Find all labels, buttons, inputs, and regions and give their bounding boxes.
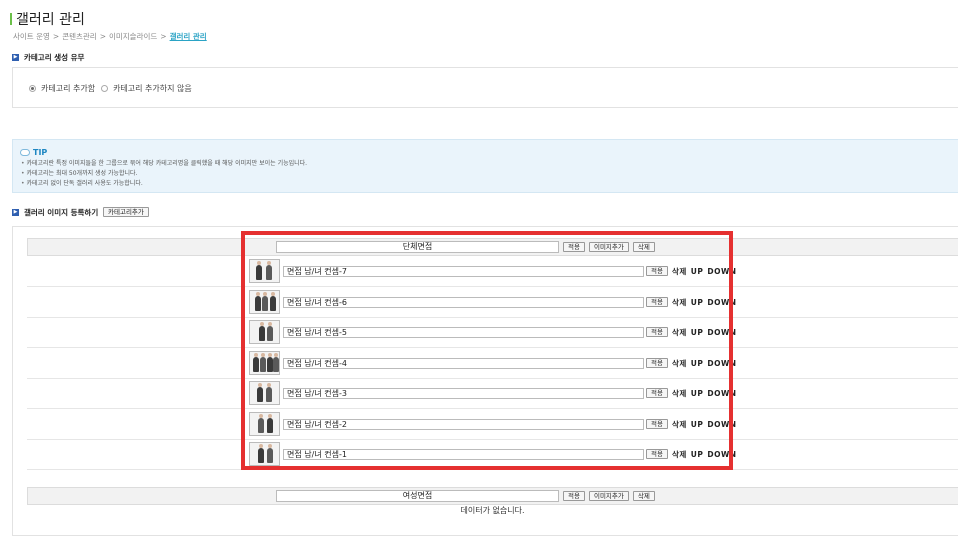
radio-add-category-label[interactable]: 카테고리 추가함 xyxy=(41,83,95,94)
breadcrumb: 사이트 운영 > 콘텐츠관리 > 이미지슬라이드 > 갤러리 관리 xyxy=(13,31,207,42)
breadcrumb-separator: > xyxy=(160,32,167,41)
arrow-right-icon: ▶ xyxy=(12,209,19,216)
tip-title-text: TIP xyxy=(33,148,48,157)
breadcrumb-item[interactable]: 이미지슬라이드 xyxy=(109,32,157,41)
breadcrumb-separator: > xyxy=(52,32,60,41)
bulb-icon xyxy=(20,149,30,156)
title-marker xyxy=(10,13,12,25)
tip-line: 카테고리는 최대 50개까지 생성 가능합니다. xyxy=(21,169,307,179)
empty-message: 데이터가 없습니다. xyxy=(460,506,525,515)
breadcrumb-current[interactable]: 갤러리 관리 xyxy=(170,32,207,41)
tip-line: 카테고리란 특정 이미지들을 한 그룹으로 묶어 해당 카테고리명을 클릭했을 … xyxy=(21,159,307,169)
arrow-right-icon: ▶ xyxy=(12,54,19,61)
tip-box: TIP 카테고리란 특정 이미지들을 한 그룹으로 묶어 해당 카테고리명을 클… xyxy=(12,139,958,193)
category-name-input[interactable]: 여성면접 xyxy=(276,490,559,502)
category-section-title: 카테고리 생성 유무 xyxy=(24,53,85,62)
category-actions: 적용 이미지추가 삭제 xyxy=(563,491,655,501)
breadcrumb-separator: > xyxy=(99,32,106,41)
radio-no-category[interactable] xyxy=(101,85,109,92)
breadcrumb-item[interactable]: 사이트 운영 xyxy=(13,32,50,41)
radio-no-category-label[interactable]: 카테고리 추가하지 않음 xyxy=(113,83,192,94)
category-option-box: 카테고리 추가함 카테고리 추가하지 않음 xyxy=(12,67,958,108)
category-apply-button[interactable]: 적용 xyxy=(563,491,585,501)
page-title: 갤러리 관리 xyxy=(10,9,85,29)
register-section-heading: ▶ 갤러리 이미지 등록하기 xyxy=(12,207,98,218)
register-section-title: 갤러리 이미지 등록하기 xyxy=(24,208,99,217)
add-image-button[interactable]: 이미지추가 xyxy=(588,491,629,501)
category-section-heading: ▶ 카테고리 생성 유무 xyxy=(12,52,84,63)
tip-line: 카테고리 없이 단독 갤러리 사용도 가능합니다. xyxy=(21,179,307,189)
breadcrumb-item[interactable]: 콘텐츠관리 xyxy=(62,32,97,41)
tip-title: TIP xyxy=(20,148,47,157)
page-title-text: 갤러리 관리 xyxy=(16,12,85,28)
tip-list: 카테고리란 특정 이미지들을 한 그룹으로 묶어 해당 카테고리명을 클릭했을 … xyxy=(21,159,307,189)
category-radio-group: 카테고리 추가함 카테고리 추가하지 않음 xyxy=(29,83,192,94)
category-delete-button[interactable]: 삭제 xyxy=(632,491,655,501)
radio-add-category[interactable] xyxy=(29,85,36,92)
highlight-box xyxy=(241,231,733,470)
add-category-button[interactable]: 카테고리추가 xyxy=(103,207,149,217)
category-group-header: 여성면접 적용 이미지추가 삭제 xyxy=(27,487,958,505)
